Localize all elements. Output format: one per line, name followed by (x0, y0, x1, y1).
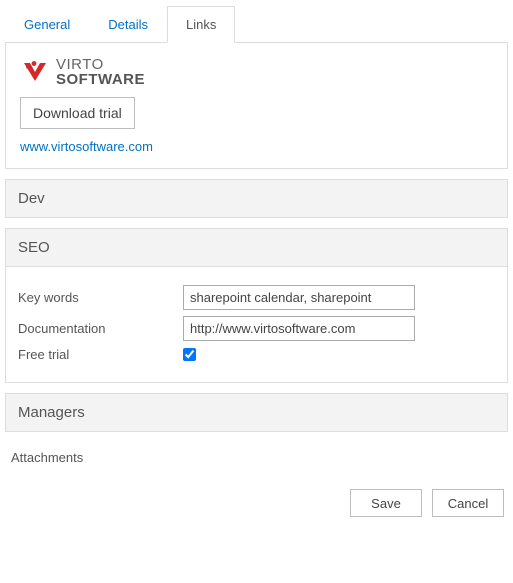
save-button[interactable]: Save (350, 489, 422, 517)
download-trial-button[interactable]: Download trial (20, 97, 135, 129)
seo-section: SEO Key words Documentation Free trial (5, 228, 508, 383)
dev-section: Dev (5, 179, 508, 218)
keywords-label: Key words (18, 290, 183, 305)
tab-details[interactable]: Details (89, 6, 167, 43)
documentation-label: Documentation (18, 321, 183, 336)
brand-line1: VIRTO (56, 57, 145, 72)
brand-line2: SOFTWARE (56, 72, 145, 87)
footer-buttons: Save Cancel (5, 489, 508, 517)
tab-bar: General Details Links (5, 5, 508, 43)
brand-text: VIRTO SOFTWARE (56, 57, 145, 87)
seo-body: Key words Documentation Free trial (6, 266, 507, 382)
dev-header[interactable]: Dev (6, 180, 507, 217)
tab-general[interactable]: General (5, 6, 89, 43)
links-panel: VIRTO SOFTWARE Download trial www.virtos… (5, 43, 508, 169)
attachments-label: Attachments (11, 450, 502, 465)
freetrial-label: Free trial (18, 347, 183, 362)
tab-links[interactable]: Links (167, 6, 235, 43)
seo-header[interactable]: SEO (6, 229, 507, 266)
documentation-input[interactable] (183, 316, 415, 341)
managers-header[interactable]: Managers (6, 394, 507, 431)
brand-logo: VIRTO SOFTWARE (20, 57, 493, 87)
virto-logo-icon (20, 57, 50, 87)
cancel-button[interactable]: Cancel (432, 489, 504, 517)
keywords-input[interactable] (183, 285, 415, 310)
freetrial-checkbox[interactable] (183, 348, 196, 361)
site-link[interactable]: www.virtosoftware.com (20, 139, 153, 154)
managers-section: Managers (5, 393, 508, 432)
